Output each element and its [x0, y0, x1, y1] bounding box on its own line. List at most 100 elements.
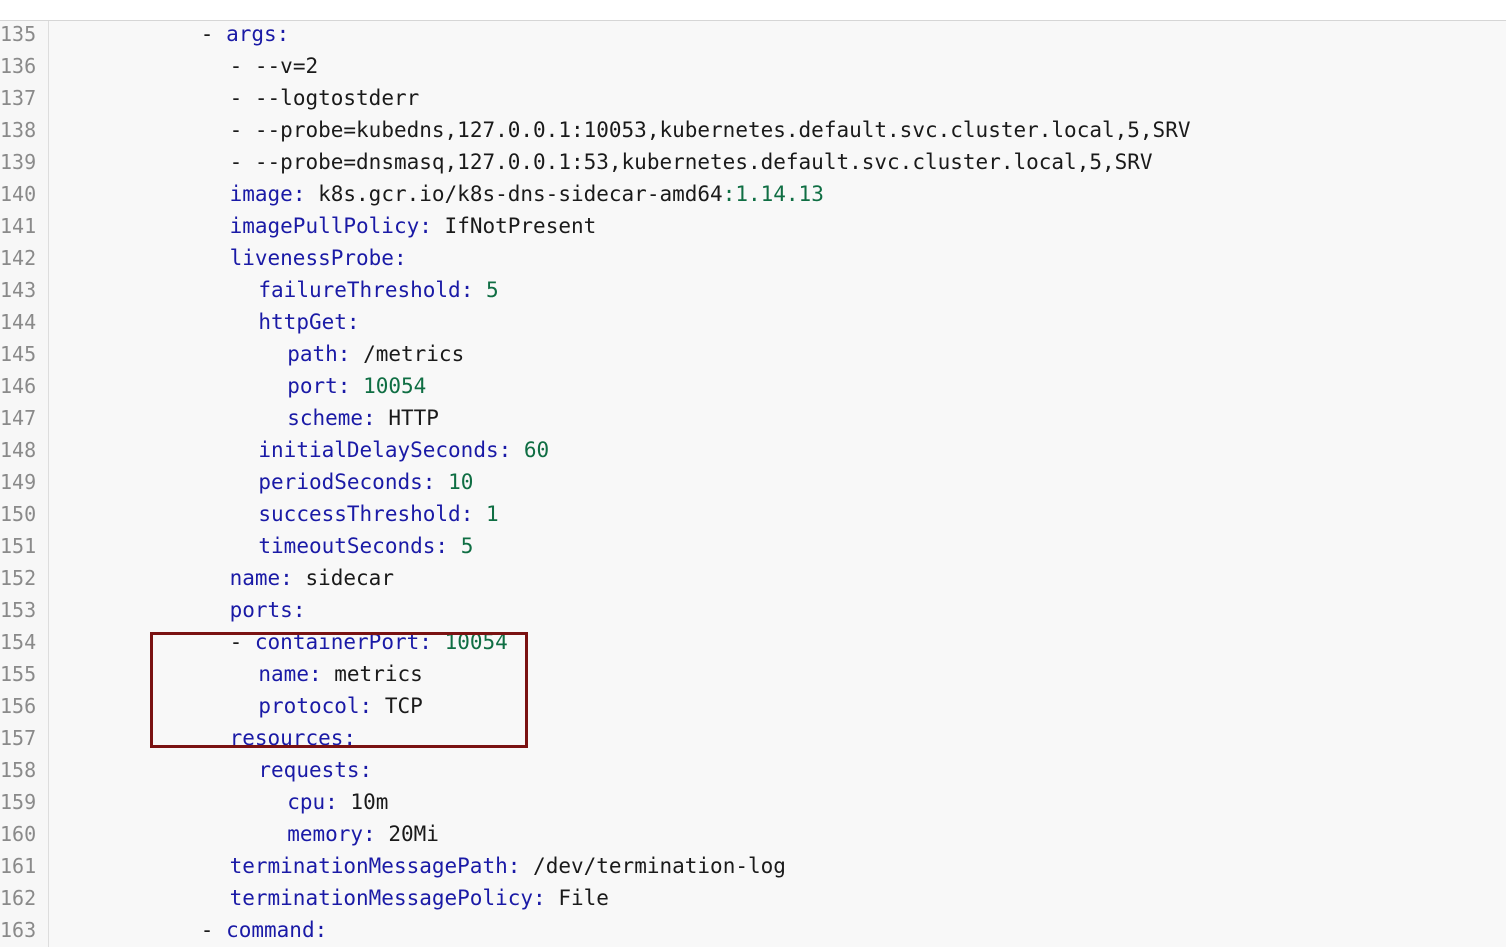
yaml-key: scheme [287, 406, 364, 430]
yaml-separator: : [359, 758, 373, 782]
yaml-separator: : [460, 278, 486, 302]
code-text: requests: [258, 757, 372, 783]
code-text: resources: [230, 725, 356, 751]
list-dash: - [229, 118, 255, 142]
list-dash: - [200, 22, 227, 46]
code-text: terminationMessagePath: /dev/termination… [230, 853, 786, 879]
yaml-string-value: --probe=dnsmasq,127.0.0.1:53,kubernetes.… [254, 150, 1153, 174]
yaml-key: path [287, 342, 338, 366]
code-line: 138 - --probe=kubedns,127.0.0.1:10053,kub… [0, 117, 1506, 149]
code-text: ports: [230, 597, 306, 623]
code-text: failureThreshold: 5 [258, 277, 498, 303]
line-number: 138 [0, 118, 37, 142]
yaml-separator: : [393, 246, 407, 270]
code-line: 157 resources: [0, 725, 1506, 757]
code-editor[interactable]: 135- args: 136- --v=2 137- --logtostderr 13… [0, 20, 1506, 947]
yaml-separator: : [435, 534, 461, 558]
code-text: - --probe=kubedns,127.0.0.1:10053,kubern… [230, 117, 1191, 143]
line-number: 148 [0, 438, 37, 462]
list-dash: - [229, 150, 255, 174]
code-line: 143 failureThreshold: 5 [0, 277, 1506, 309]
yaml-separator: : [337, 342, 364, 366]
line-number: 154 [0, 630, 37, 654]
line-number: 147 [0, 406, 37, 430]
yaml-separator: : [419, 630, 445, 654]
yaml-key: terminationMessagePolicy [229, 886, 534, 910]
yaml-number-value: 5 [460, 534, 474, 558]
line-number: 143 [0, 278, 37, 302]
line-number: 137 [0, 86, 37, 110]
yaml-separator: : [507, 854, 534, 878]
code-text: protocol: TCP [258, 693, 422, 719]
code-line: 139 - --probe=dnsmasq,127.0.0.1:53,kubern… [0, 149, 1506, 181]
code-text: livenessProbe: [230, 245, 407, 271]
line-number: 135 [0, 22, 37, 46]
yaml-key: imagePullPolicy [229, 214, 420, 238]
code-line: 135 - args: [0, 21, 1506, 53]
code-line: 146 port: 10054 [0, 373, 1506, 405]
yaml-string-value: --logtostderr [254, 86, 420, 110]
yaml-string-value: metrics [334, 662, 423, 686]
line-number: 151 [0, 534, 37, 558]
yaml-separator: : [460, 502, 486, 526]
yaml-separator: : [337, 374, 364, 398]
yaml-key: cpu [287, 790, 326, 814]
yaml-key: ports [229, 598, 293, 622]
code-text: imagePullPolicy: IfNotPresent [230, 213, 597, 239]
yaml-separator: : [276, 22, 290, 46]
yaml-key: requests [258, 758, 360, 782]
yaml-key: containerPort [254, 630, 420, 654]
code-text: - containerPort: 10054 [230, 629, 508, 655]
code-line: 151 timeoutSeconds: 5 [0, 533, 1506, 565]
code-text: name: sidecar [230, 565, 394, 591]
yaml-number-value: 60 [523, 438, 550, 462]
code-line: 162 terminationMessagePolicy: File [0, 885, 1506, 917]
yaml-string-value: 20Mi [388, 822, 439, 846]
yaml-number-value: 1 [485, 502, 499, 526]
yaml-key: livenessProbe [229, 246, 394, 270]
yaml-string-value: TCP [384, 694, 423, 718]
code-text: httpGet: [258, 309, 359, 335]
list-dash: - [229, 86, 255, 110]
code-text: path: /metrics [287, 341, 464, 367]
line-number: 139 [0, 150, 37, 174]
yaml-separator: : [498, 438, 524, 462]
yaml-string-value: sidecar [305, 566, 394, 590]
yaml-key: resources [229, 726, 344, 750]
code-line: 145 path: /metrics [0, 341, 1506, 373]
yaml-separator: : [292, 598, 306, 622]
yaml-separator: : [346, 310, 360, 334]
code-line: 159 cpu: 10m [0, 789, 1506, 821]
line-number: 145 [0, 342, 37, 366]
yaml-separator: : [292, 182, 319, 206]
list-dash: - [229, 630, 255, 654]
line-number: 153 [0, 598, 37, 622]
line-number: 149 [0, 470, 37, 494]
yaml-separator: : [363, 406, 389, 430]
code-text: terminationMessagePolicy: File [230, 885, 609, 911]
code-text: successThreshold: 1 [258, 501, 498, 527]
line-number: 158 [0, 758, 37, 782]
code-line: 142 livenessProbe: [0, 245, 1506, 277]
code-line: 144 httpGet: [0, 309, 1506, 341]
yaml-key: initialDelaySeconds [258, 438, 499, 462]
yaml-string-value: File [558, 886, 609, 910]
line-number: 159 [0, 790, 37, 814]
yaml-key: command [226, 918, 315, 942]
yaml-string-value: k8s.gcr.io/k8s-dns-sidecar-amd64 [318, 182, 723, 206]
code-text: timeoutSeconds: 5 [258, 533, 473, 559]
line-number: 152 [0, 566, 37, 590]
code-line: 137 - --logtostderr [0, 85, 1506, 117]
code-line: 140 image: k8s.gcr.io/k8s-dns-sidecar-amd… [0, 181, 1506, 213]
code-text: memory: 20Mi [287, 821, 439, 847]
code-text: image: k8s.gcr.io/k8s-dns-sidecar-amd64:… [230, 181, 824, 207]
list-dash: - [200, 918, 227, 942]
code-text: cpu: 10m [287, 789, 388, 815]
yaml-string-value: IfNotPresent [444, 214, 597, 238]
yaml-key: periodSeconds [258, 470, 423, 494]
yaml-key: timeoutSeconds [258, 534, 436, 558]
code-line: 152 name: sidecar [0, 565, 1506, 597]
yaml-key: port [287, 374, 338, 398]
code-text: name: metrics [258, 661, 422, 687]
code-line: 147 scheme: HTTP [0, 405, 1506, 437]
